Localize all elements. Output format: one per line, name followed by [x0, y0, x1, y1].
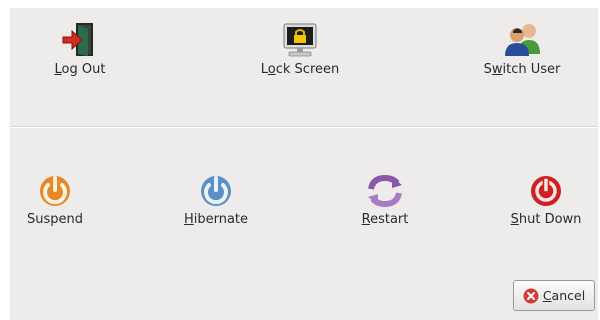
restart-icon: [368, 174, 402, 208]
switch-user-button[interactable]: Switch User: [472, 20, 572, 77]
hibernate-icon: [201, 176, 231, 206]
cancel-icon: [523, 288, 539, 303]
restart-button[interactable]: Restart: [340, 170, 430, 227]
restart-label: estart: [370, 212, 409, 227]
shut-down-icon: [531, 176, 561, 206]
shut-down-mnemonic: S: [510, 212, 519, 227]
shut-down-label: hut Down: [518, 212, 582, 227]
log-out-mnemonic: L: [54, 62, 62, 77]
suspend-button[interactable]: Suspend: [12, 170, 98, 227]
suspend-icon: [40, 176, 70, 206]
log-out-label: og Out: [61, 62, 106, 77]
lock-screen-button[interactable]: Lock Screen: [250, 20, 350, 77]
cancel-mnemonic: C: [542, 288, 552, 303]
switch-user-mnemonic: w: [491, 62, 503, 77]
lock-screen-mnemonic: o: [267, 62, 276, 77]
log-out-icon: [62, 23, 93, 56]
separator: [10, 126, 598, 128]
lock-screen-icon: [283, 23, 317, 57]
hibernate-label: ibernate: [193, 212, 249, 227]
lock-screen-prefix: L: [260, 62, 268, 77]
restart-mnemonic: R: [361, 212, 371, 227]
lock-screen-label: ck Screen: [275, 62, 340, 77]
logout-dialog: Log Out Lock Screen Switch User Suspend …: [10, 8, 598, 320]
switch-user-icon: [505, 24, 540, 56]
suspend-label: Suspend: [26, 212, 83, 227]
log-out-button[interactable]: Log Out: [40, 20, 120, 77]
hibernate-mnemonic: H: [183, 212, 194, 227]
hibernate-button[interactable]: Hibernate: [168, 170, 264, 227]
switch-user-label: itch User: [502, 62, 561, 77]
cancel-button[interactable]: Cancel: [513, 280, 595, 311]
shut-down-button[interactable]: Shut Down: [496, 170, 596, 227]
switch-user-prefix: S: [483, 62, 492, 77]
cancel-label: ancel: [551, 288, 586, 303]
